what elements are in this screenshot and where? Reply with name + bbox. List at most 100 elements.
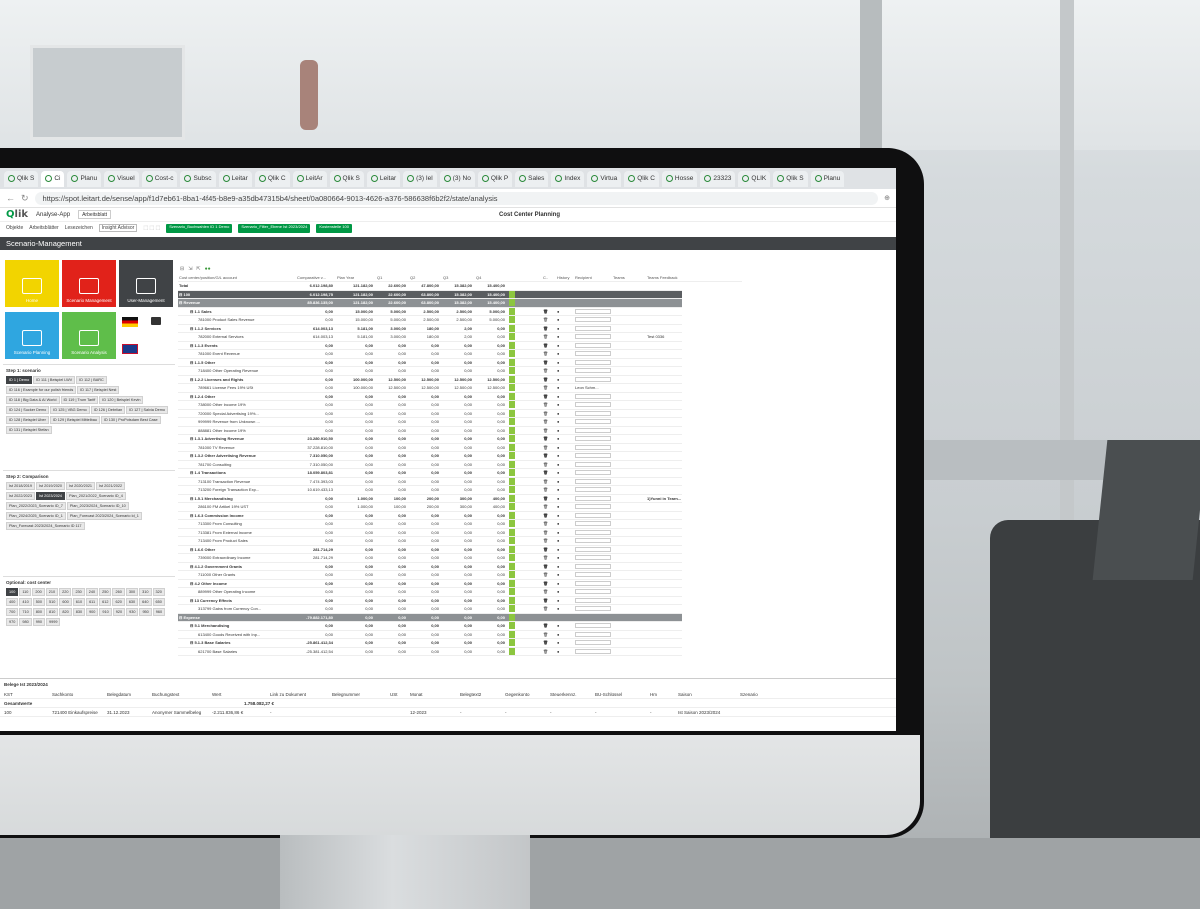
value-cell[interactable]: 0,00 <box>336 400 376 410</box>
recipient-dropdown[interactable] <box>574 307 612 316</box>
recipient-dropdown[interactable] <box>574 341 612 350</box>
value-cell[interactable]: 0,00 <box>409 485 442 495</box>
comment-icon[interactable]: ● <box>556 468 574 478</box>
recipient-dropdown[interactable] <box>574 536 612 546</box>
tile-scenario-planning[interactable]: Scenario Planning <box>5 312 59 359</box>
row-label[interactable]: ⊟ 4.2 Other Income <box>178 579 296 588</box>
cost-center-option[interactable]: 620 <box>112 598 125 606</box>
voucher-column-header[interactable]: Belegtext2 <box>456 692 501 697</box>
value-cell[interactable]: 0,00 <box>376 621 409 631</box>
recipient-dropdown[interactable] <box>574 366 612 376</box>
value-cell[interactable]: 0,00 <box>442 426 475 435</box>
value-cell[interactable]: 0,00 <box>336 604 376 614</box>
teams-cell[interactable] <box>612 324 646 333</box>
browser-tab[interactable]: Cost-c <box>141 170 178 187</box>
delete-icon[interactable]: 🗑 <box>542 400 556 410</box>
value-cell[interactable]: 0,00 <box>475 536 508 546</box>
value-cell[interactable]: 0,00 <box>475 434 508 444</box>
value-cell[interactable]: 0,00 <box>409 358 442 367</box>
value-cell[interactable]: 0,00 <box>336 638 376 648</box>
comment-icon[interactable]: ● <box>556 451 574 461</box>
recipient-dropdown[interactable] <box>574 332 612 342</box>
value-cell[interactable]: 0,00 <box>475 341 508 350</box>
value-cell[interactable]: 0,00 <box>336 358 376 367</box>
comment-icon[interactable]: ● <box>556 528 574 537</box>
cost-center-option[interactable]: 612 <box>99 598 112 606</box>
cost-center-option[interactable]: 110 <box>19 588 32 596</box>
comment-icon[interactable]: ● <box>556 366 574 376</box>
scenario-option[interactable]: ID 127 | Salvia Demo <box>126 406 169 414</box>
value-cell[interactable]: 12.500,00 <box>442 383 475 393</box>
comment-icon[interactable]: ● <box>556 621 574 631</box>
delete-icon[interactable]: 🗑 <box>542 392 556 401</box>
value-cell[interactable]: 0,00 <box>409 417 442 427</box>
value-cell[interactable]: 22.600,00 <box>376 290 409 299</box>
delete-icon[interactable]: 🗑 <box>542 426 556 435</box>
value-cell[interactable]: 0,00 <box>376 536 409 546</box>
delete-icon[interactable]: 🗑 <box>542 519 556 529</box>
value-cell[interactable]: 100,00 <box>376 502 409 512</box>
dropdown-box[interactable] <box>575 427 611 433</box>
value-cell[interactable]: 0,00 <box>409 409 442 418</box>
cost-center-option[interactable]: 400 <box>6 598 19 606</box>
value-cell[interactable]: 15.400,00 <box>475 298 508 308</box>
recipient-dropdown[interactable] <box>574 587 612 597</box>
cost-center-option[interactable]: 640 <box>139 598 152 606</box>
recipient-dropdown[interactable] <box>574 502 612 512</box>
value-cell[interactable]: 0,00 <box>336 536 376 546</box>
value-cell[interactable]: 12.500,00 <box>409 383 442 393</box>
value-cell[interactable]: 0,00 <box>409 426 442 435</box>
voucher-column-header[interactable]: Hm <box>646 692 674 697</box>
browser-tab[interactable]: Index <box>551 170 585 187</box>
row-label[interactable]: ⊟ 1.1 Sales <box>178 307 296 316</box>
comparison-option[interactable]: Plan_2024/2025_Scenario ID_1 <box>6 512 66 520</box>
value-cell[interactable]: 12.500,00 <box>475 375 508 384</box>
value-cell[interactable]: 0,00 <box>442 570 475 580</box>
recipient-dropdown[interactable] <box>574 443 612 452</box>
url-field[interactable]: https://spot.leitart.de/sense/app/f1d7eb… <box>34 191 879 205</box>
browser-tab[interactable]: Ci <box>41 170 65 187</box>
dropdown-box[interactable] <box>575 504 611 510</box>
dropdown-box[interactable] <box>575 453 611 459</box>
value-cell[interactable]: 15.400,00 <box>475 281 508 291</box>
row-label[interactable]: 286100 FM Artikel 19% UST <box>178 502 296 512</box>
value-cell[interactable]: 5.000,00 <box>475 315 508 325</box>
value-cell[interactable]: 0,00 <box>442 511 475 520</box>
teams-cell[interactable] <box>612 536 646 546</box>
value-cell[interactable]: 0,00 <box>442 451 475 461</box>
value-cell[interactable]: 0,00 <box>442 579 475 588</box>
value-cell[interactable]: 0,00 <box>336 553 376 563</box>
value-cell[interactable]: 0,00 <box>475 324 508 333</box>
scenario-option[interactable]: ID 124 | Sucker Demo <box>6 406 50 414</box>
cost-center-option[interactable]: 220 <box>59 588 72 596</box>
dropdown-box[interactable] <box>575 597 611 603</box>
voucher-column-header[interactable]: Belegdatum <box>103 692 148 697</box>
value-cell[interactable]: 0,00 <box>442 400 475 410</box>
cost-center-option[interactable]: 9999 <box>46 618 61 626</box>
value-cell[interactable]: 0,00 <box>409 443 442 452</box>
value-cell[interactable]: 5.000,00 <box>376 307 409 316</box>
scenario-option[interactable]: ID 118 | Big Data & AI World <box>6 396 60 404</box>
value-cell[interactable]: 0,00 <box>475 400 508 410</box>
value-cell[interactable]: 0,00 <box>409 613 442 622</box>
value-cell[interactable]: 0,00 <box>336 460 376 469</box>
delete-icon[interactable]: 🗑 <box>542 434 556 444</box>
delete-icon[interactable]: 🗑 <box>542 443 556 452</box>
recipient-dropdown[interactable] <box>574 400 612 410</box>
value-cell[interactable]: 0,00 <box>475 621 508 631</box>
value-cell[interactable]: 22.600,00 <box>376 281 409 291</box>
export-icon[interactable]: ⇱ <box>196 266 200 272</box>
value-cell[interactable]: 0,00 <box>336 621 376 631</box>
teams-cell[interactable] <box>612 562 646 571</box>
value-cell[interactable]: 0,00 <box>442 587 475 597</box>
value-cell[interactable]: 0,00 <box>475 613 508 622</box>
teams-cell[interactable] <box>612 468 646 478</box>
dropdown-box[interactable] <box>575 529 611 535</box>
cost-center-option[interactable]: 300 <box>125 588 139 596</box>
value-cell[interactable]: 22.600,00 <box>376 298 409 308</box>
value-cell[interactable]: 121.182,00 <box>336 281 376 291</box>
value-cell[interactable]: 0,00 <box>475 519 508 529</box>
teams-cell[interactable] <box>612 358 646 367</box>
value-cell[interactable]: 0,00 <box>409 528 442 537</box>
column-header[interactable]: Q2 <box>409 273 442 282</box>
